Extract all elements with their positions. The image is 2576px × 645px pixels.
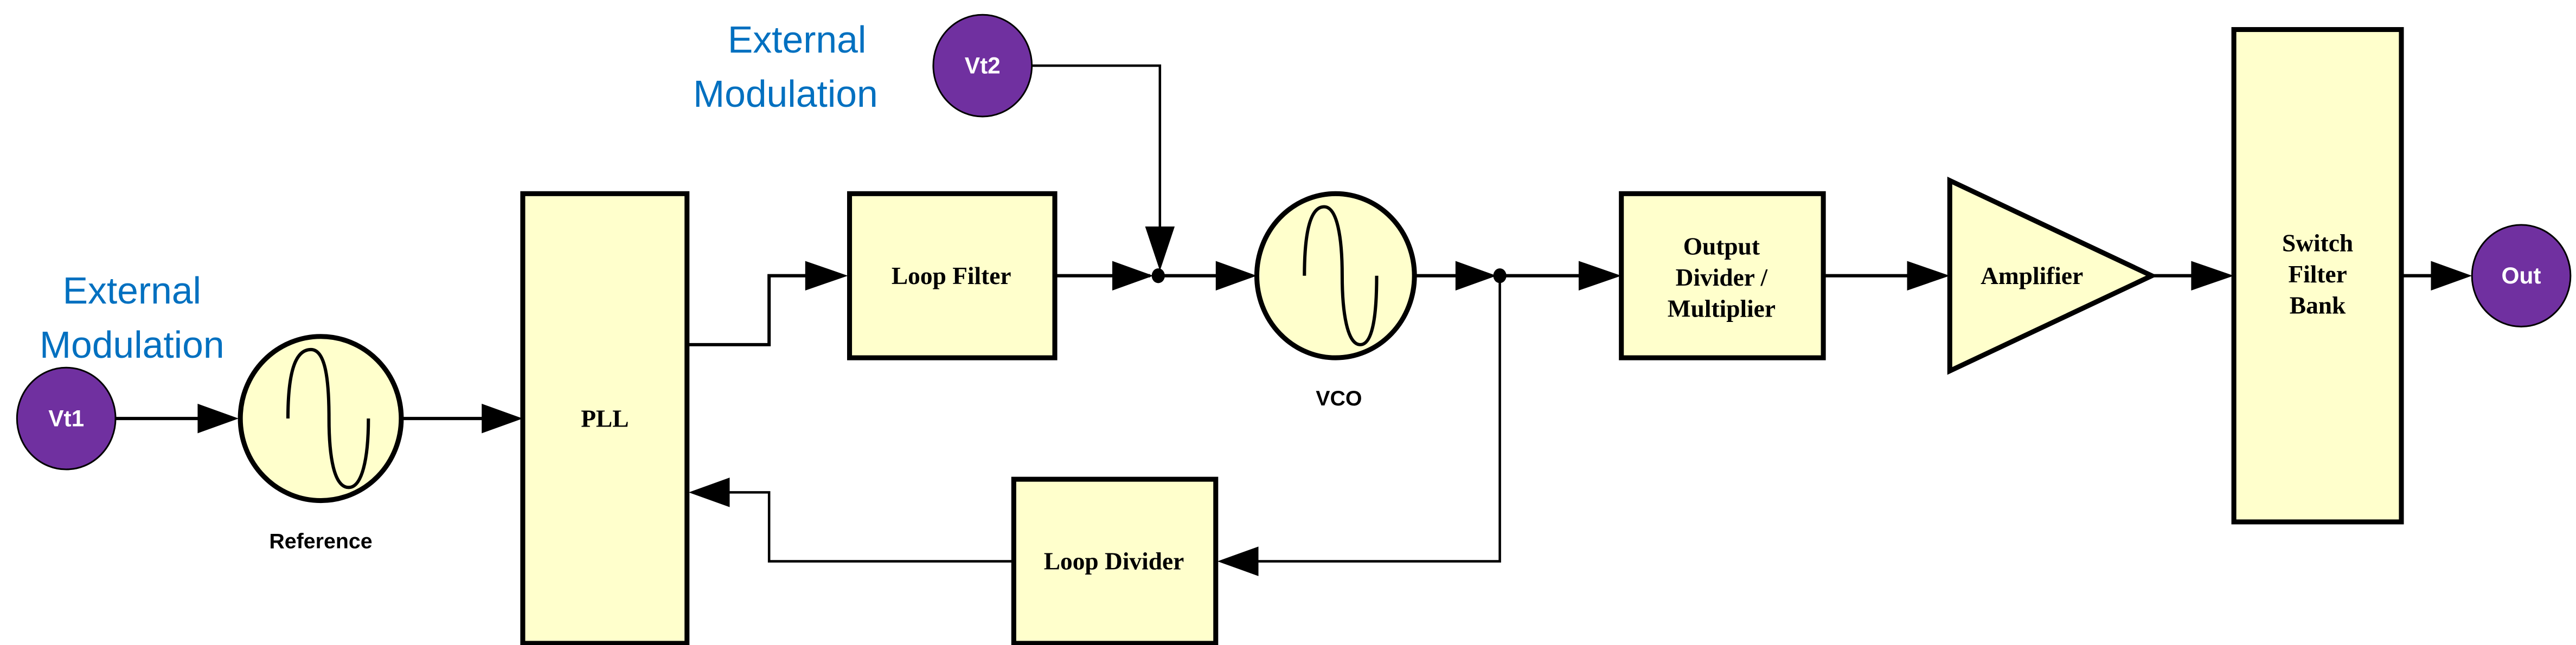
loop-divider-label: Loop Divider <box>1044 548 1184 575</box>
port-vt1[interactable]: Vt1 <box>16 366 117 470</box>
reference-oscillator[interactable] <box>238 334 404 504</box>
junction-dot-icon <box>1151 268 1165 283</box>
port-vt1-label: Vt1 <box>48 406 84 431</box>
vco-oscillator[interactable] <box>1254 191 1417 360</box>
loop-divider-block[interactable]: Loop Divider <box>1011 476 1219 645</box>
modulation-label-vt2-line2: Modulation <box>693 73 878 115</box>
output-divider-multiplier-block[interactable]: Output Divider / Multiplier <box>1619 191 1826 360</box>
switch-filter-bank-block[interactable]: Switch Filter Bank <box>2231 27 2404 525</box>
modulation-label-vt2: External <box>728 18 866 61</box>
pll-block-diagram: External Modulation External Modulation <box>16 14 2572 645</box>
switch-filter-bank-label-line1: Switch <box>2282 229 2353 256</box>
switch-filter-bank-label-line3: Bank <box>2290 292 2346 319</box>
output-divider-label-line3: Multiplier <box>1668 295 1776 322</box>
amplifier-label: Amplifier <box>1981 262 2083 289</box>
port-vt2-label: Vt2 <box>965 53 1001 79</box>
amplifier-block[interactable]: Amplifier <box>1947 176 2158 375</box>
output-divider-label-line1: Output <box>1683 233 1760 260</box>
arrow-icon <box>1215 261 1257 291</box>
arrow-down-icon <box>1145 226 1175 271</box>
port-out[interactable]: Out <box>2471 224 2572 328</box>
pll-label: PLL <box>581 405 629 432</box>
loop-filter-label: Loop Filter <box>892 262 1011 289</box>
modulation-label-vt1: External <box>63 269 201 312</box>
output-divider-label-line2: Divider / <box>1676 264 1768 291</box>
vco-label: VCO <box>1316 386 1362 410</box>
reference-label: Reference <box>269 529 372 553</box>
arrow-icon <box>197 403 239 434</box>
switch-filter-bank-label-line2: Filter <box>2288 261 2347 288</box>
arrow-icon <box>805 261 848 291</box>
port-out-label: Out <box>2502 263 2541 288</box>
arrow-icon <box>2191 261 2234 291</box>
pll-block[interactable]: PLL <box>520 191 690 645</box>
junction-dot-icon <box>1493 268 1507 283</box>
arrow-icon <box>1907 261 1950 291</box>
port-vt2[interactable]: Vt2 <box>932 14 1033 118</box>
arrow-icon <box>482 403 523 434</box>
modulation-label-vt1-line2: Modulation <box>40 324 225 366</box>
arrow-icon <box>1112 261 1154 291</box>
arrow-left-icon <box>1217 546 1259 576</box>
arrow-icon <box>1578 261 1622 291</box>
arrow-icon <box>2431 261 2472 291</box>
arrow-icon <box>1455 261 1497 291</box>
loop-filter-block[interactable]: Loop Filter <box>847 191 1058 360</box>
arrow-left-icon <box>688 478 730 507</box>
